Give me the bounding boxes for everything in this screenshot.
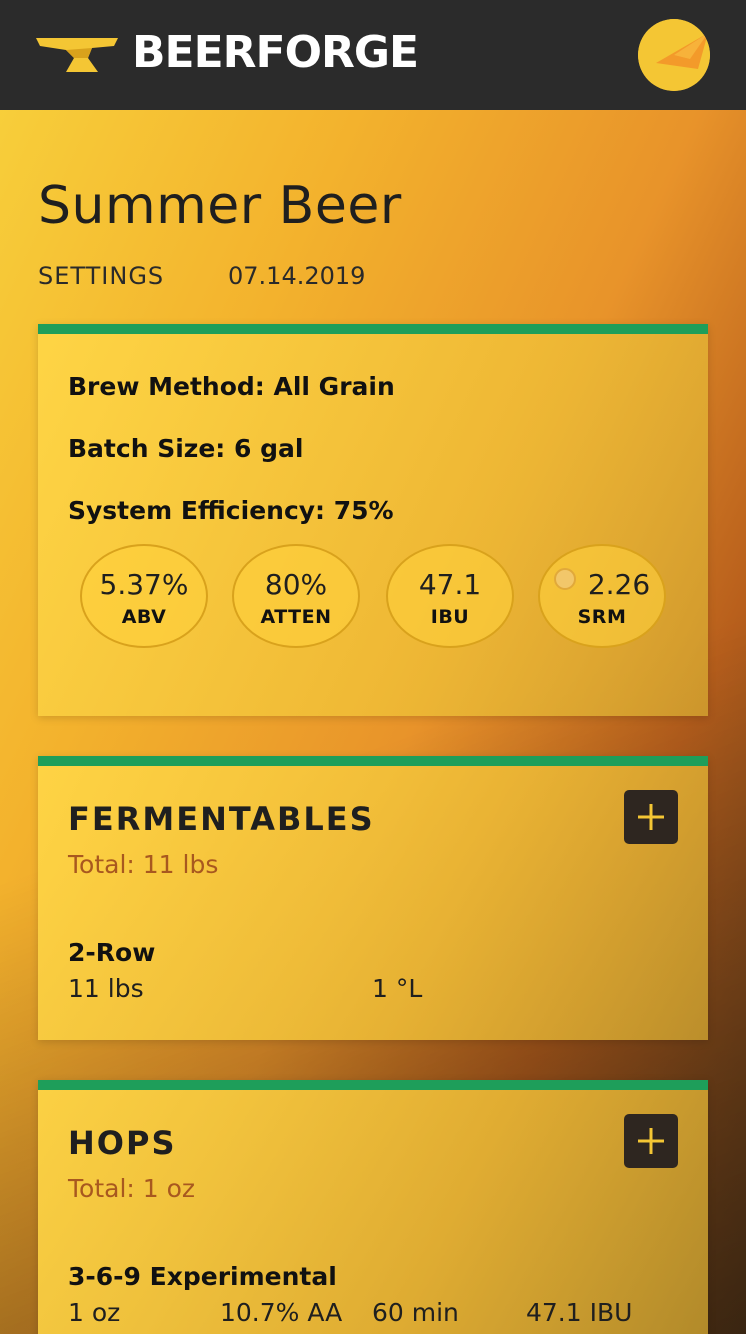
hop-alpha-acid: 10.7% AA	[220, 1298, 343, 1327]
fermentables-title: FERMENTABLES	[68, 800, 375, 838]
hop-ibu: 47.1 IBU	[526, 1298, 633, 1327]
attenuation-label: ATTEN	[260, 606, 332, 628]
brew-method: Brew Method: All Grain	[68, 372, 395, 401]
abv-stat: 5.37% ABV	[80, 544, 208, 648]
srm-value: 2.26	[587, 568, 651, 601]
anvil-logo-icon[interactable]	[36, 32, 118, 74]
top-bar: BEERFORGE	[0, 0, 746, 110]
fermentable-color: 1 °L	[372, 974, 423, 1003]
user-avatar-icon[interactable]	[638, 19, 710, 91]
ibu-stat: 47.1 IBU	[386, 544, 514, 648]
hops-card: HOPS Total: 1 oz 3-6-9 Experimental 1 oz…	[38, 1080, 708, 1334]
hop-name[interactable]: 3-6-9 Experimental	[68, 1262, 337, 1291]
brand-name[interactable]: BEERFORGE	[132, 27, 419, 78]
hops-title: HOPS	[68, 1124, 177, 1162]
add-fermentable-button[interactable]	[624, 790, 678, 844]
plus-icon	[638, 1128, 664, 1154]
srm-label: SRM	[577, 606, 627, 628]
page-title: Summer Beer	[38, 176, 402, 236]
hop-boil-time: 60 min	[372, 1298, 459, 1327]
fermentable-amount: 11 lbs	[68, 974, 144, 1003]
srm-stat: 2.26 SRM	[538, 544, 666, 648]
attenuation-stat: 80% ATTEN	[232, 544, 360, 648]
settings-card: Brew Method: All Grain Batch Size: 6 gal…	[38, 324, 708, 716]
add-hop-button[interactable]	[624, 1114, 678, 1168]
fermentables-card: FERMENTABLES Total: 11 lbs 2-Row 11 lbs …	[38, 756, 708, 1040]
fermentable-name[interactable]: 2-Row	[68, 938, 155, 967]
ibu-value: 47.1	[418, 568, 482, 601]
system-efficiency: System Efficiency: 75%	[68, 496, 394, 525]
plus-icon	[638, 804, 664, 830]
srm-color-swatch	[554, 568, 576, 590]
abv-label: ABV	[121, 606, 167, 628]
settings-link[interactable]: SETTINGS	[38, 262, 164, 290]
abv-value: 5.37%	[99, 568, 189, 601]
batch-size: Batch Size: 6 gal	[68, 434, 304, 463]
attenuation-value: 80%	[264, 568, 328, 601]
hops-total: Total: 1 oz	[68, 1174, 196, 1203]
ibu-label: IBU	[430, 606, 470, 628]
recipe-date: 07.14.2019	[228, 262, 366, 290]
fermentables-total: Total: 11 lbs	[68, 850, 219, 879]
hop-amount: 1 oz	[68, 1298, 121, 1327]
